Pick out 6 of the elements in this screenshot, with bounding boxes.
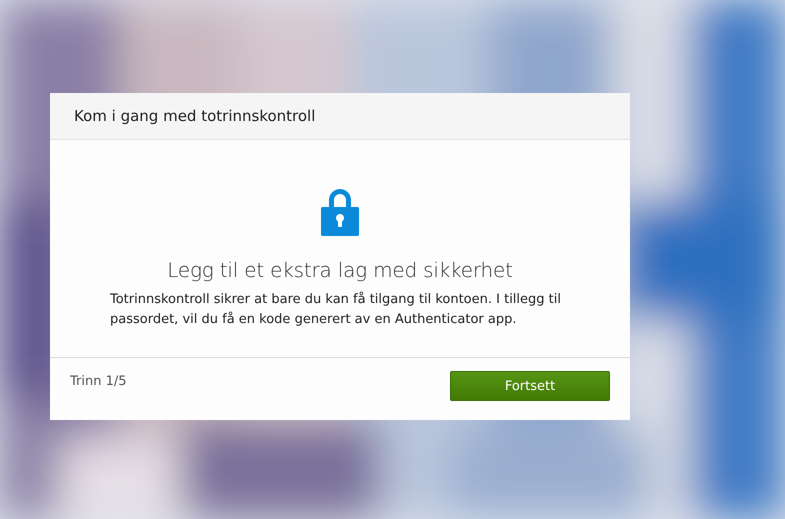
dialog-heading: Legg til et ekstra lag med sikkerhet <box>167 258 513 282</box>
dialog-title: Kom i gang med totrinnskontroll <box>74 107 316 125</box>
description-text: Totrinnskontroll sikrer at bare du kan få tilgang til kontoen. I tillegg til passordet, vil du få en kode generert av en Authenticator app. <box>110 290 562 329</box>
step-counter: Trinn 1/5 <box>70 374 127 389</box>
continue-button[interactable]: Fortsett <box>450 371 610 401</box>
lock-icon <box>321 186 359 236</box>
